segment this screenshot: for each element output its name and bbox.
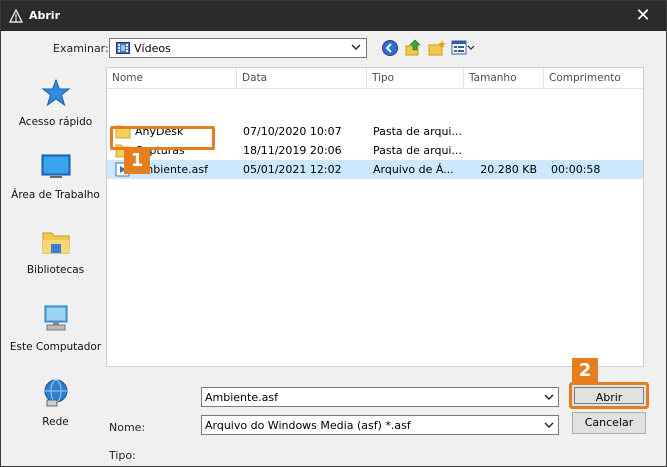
file-date: 05/01/2021 12:02 [243,163,342,176]
look-in-label: Examinar: [53,42,109,55]
file-name-label: Nome: [109,421,146,434]
open-button[interactable]: Abrir [569,382,649,409]
cancel-button[interactable]: Cancelar [572,412,646,434]
open-button-label: Abrir [574,387,644,404]
back-icon[interactable] [381,39,399,57]
places-bar: Acesso rápido Área de Trabalho Bibliotec… [7,68,104,466]
chevron-down-icon [351,44,361,50]
open-dialog: Abrir ✕ Examinar: Vídeos Acesso rápido Á… [0,0,667,467]
step-1-highlight [110,126,215,150]
place-quick-access[interactable]: Acesso rápido [7,78,104,128]
dialog-body: Examinar: Vídeos Acesso rápido Área de T… [2,31,665,466]
column-name[interactable]: Nome [107,68,237,88]
file-type-value: Arquivo do Windows Media (asf) *.asf [205,419,411,432]
new-folder-icon[interactable] [428,39,446,57]
app-logo-icon [9,9,23,23]
place-label: Bibliotecas [26,264,85,276]
file-type: Arquivo de Á... [373,163,454,176]
file-list[interactable]: Nome Data Tipo Tamanho Comprimento AnyDe… [106,67,644,367]
place-desktop[interactable]: Área de Trabalho [7,153,104,201]
close-icon[interactable]: ✕ [620,1,666,31]
file-type-select[interactable]: Arquivo do Windows Media (asf) *.asf [201,415,559,435]
file-name-input[interactable]: Ambiente.asf [201,387,559,407]
network-icon [44,379,67,407]
computer-icon [44,305,67,331]
chevron-down-icon[interactable] [543,419,555,431]
place-libraries[interactable]: Bibliotecas [7,228,104,276]
file-size: 20.280 KB [480,163,537,176]
look-in-value: Vídeos [134,42,171,55]
file-date: 07/10/2020 10:07 [243,125,342,138]
column-type[interactable]: Tipo [367,68,464,88]
file-list-header: Nome Data Tipo Tamanho Comprimento [107,68,643,89]
file-type-label: Tipo: [109,449,136,462]
file-row-selected[interactable]: Ambiente.asf 05/01/2021 12:02 Arquivo de… [107,160,643,179]
file-type: Pasta de arqui... [373,144,462,157]
column-date[interactable]: Data [237,68,367,88]
videos-folder-icon [116,42,130,54]
chevron-down-icon[interactable] [543,391,555,403]
place-label: Este Computador [9,341,102,353]
step-1-badge: 1 [124,148,150,174]
libraries-icon [42,232,69,254]
star-icon [41,78,70,107]
place-network[interactable]: Rede [7,378,104,428]
place-label: Acesso rápido [18,116,93,128]
column-size[interactable]: Tamanho [464,68,544,88]
title-bar: Abrir ✕ [1,1,666,31]
file-length: 00:00:58 [551,163,601,176]
view-menu-icon[interactable] [451,39,475,57]
place-label: Área de Trabalho [11,189,100,201]
step-2-badge: 2 [572,358,598,383]
window-title: Abrir [29,9,61,22]
place-label: Rede [42,416,69,428]
up-folder-icon[interactable] [404,39,422,57]
look-in-dropdown[interactable]: Vídeos [109,38,367,58]
file-name-value: Ambiente.asf [205,391,278,404]
file-date: 18/11/2019 20:06 [243,144,342,157]
place-this-pc[interactable]: Este Computador [7,303,104,353]
file-type: Pasta de arqui... [373,125,462,138]
column-length[interactable]: Comprimento [544,68,643,88]
desktop-icon [41,154,70,178]
